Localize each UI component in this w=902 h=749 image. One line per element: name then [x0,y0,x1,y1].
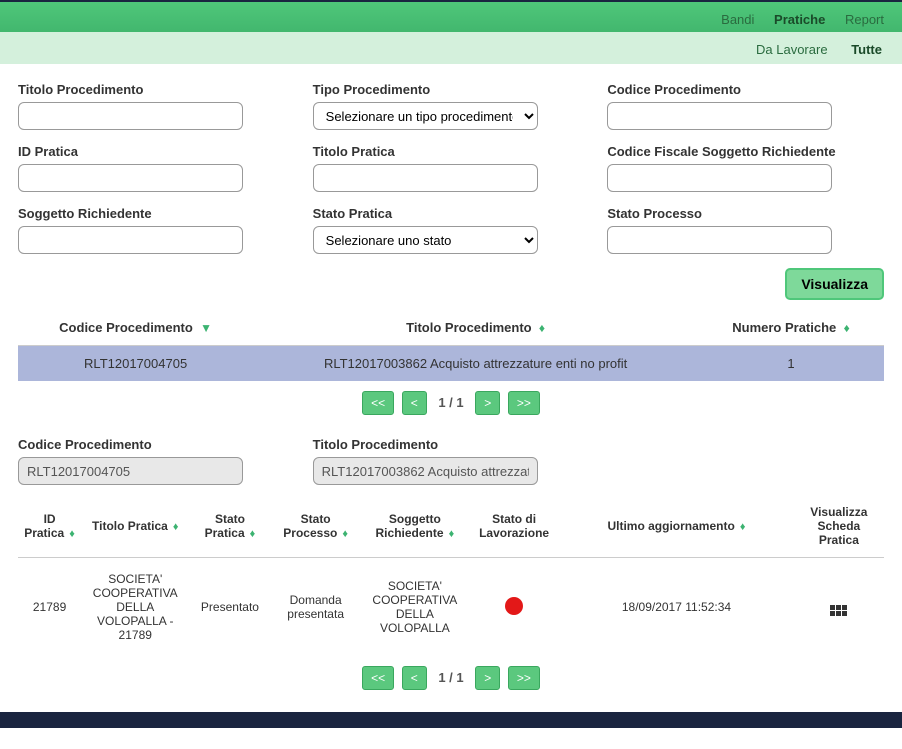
ro-titolo-procedimento-input [313,457,538,485]
table-row[interactable]: RLT12017004705 RLT12017003862 Acquisto a… [18,346,884,382]
subnav-tutte[interactable]: Tutte [841,40,892,59]
stato-processo-input[interactable] [607,226,832,254]
titolo-procedimento-label: Titolo Procedimento [18,82,295,97]
pager-last-button[interactable]: >> [508,391,540,415]
cell-stato-lavorazione [469,558,559,657]
pager-2: << < 1 / 1 > >> [18,656,884,700]
th-stato-pratica[interactable]: Stato Pratica ♦ [189,495,270,558]
view-grid-icon[interactable] [830,605,847,616]
sort-icon: ♦ [66,528,75,540]
codice-procedimento-input[interactable] [607,102,832,130]
th-id-pratica[interactable]: ID Pratica ♦ [18,495,81,558]
pager-prev-button[interactable]: < [402,391,427,415]
table-row: 21789 SOCIETA' COOPERATIVA DELLA VOLOPAL… [18,558,884,657]
cell-stato-pratica: Presentato [189,558,270,657]
pager-info: 1 / 1 [438,670,463,685]
soggetto-richiedente-input[interactable] [18,226,243,254]
pager-next-button[interactable]: > [475,391,500,415]
sort-icon: ♦ [536,321,545,335]
sub-nav: Da Lavorare Tutte [0,32,902,64]
th-ultimo-aggiornamento[interactable]: Ultimo aggiornamento ♦ [559,495,794,558]
filters-area: Titolo Procedimento Tipo Procedimento Se… [0,82,902,268]
codice-procedimento-label: Codice Procedimento [607,82,884,97]
stato-processo-label: Stato Processo [607,206,884,221]
procedimenti-table: Codice Procedimento ▼ Titolo Procediment… [18,310,884,381]
footer-bar [0,712,902,728]
th-stato-processo[interactable]: Stato Processo ♦ [271,495,361,558]
top-nav: Bandi Pratiche Report [0,0,902,32]
readonly-filters: Codice Procedimento Titolo Procedimento [0,431,902,495]
cell-titolo: RLT12017003862 Acquisto attrezzature ent… [253,346,698,382]
titolo-procedimento-input[interactable] [18,102,243,130]
id-pratica-label: ID Pratica [18,144,295,159]
sort-icon: ♦ [737,521,746,533]
cell-id-pratica: 21789 [18,558,81,657]
sort-icon: ▼ [197,321,212,335]
th-titolo-procedimento[interactable]: Titolo Procedimento ♦ [253,310,698,346]
th-stato-lavorazione[interactable]: Stato di Lavorazione [469,495,559,558]
subnav-da-lavorare[interactable]: Da Lavorare [746,40,838,59]
titolo-pratica-input[interactable] [313,164,538,192]
cell-ultimo-aggiornamento: 18/09/2017 11:52:34 [559,558,794,657]
tipo-procedimento-label: Tipo Procedimento [313,82,590,97]
cell-stato-processo: Domanda presentata [271,558,361,657]
visualizza-button[interactable]: Visualizza [785,268,884,300]
pager-1: << < 1 / 1 > >> [18,381,884,425]
th-codice-procedimento[interactable]: Codice Procedimento ▼ [18,310,253,346]
ro-titolo-procedimento-label: Titolo Procedimento [313,437,590,452]
cell-titolo-pratica: SOCIETA' COOPERATIVA DELLA VOLOPALLA - 2… [81,558,189,657]
sort-icon: ♦ [840,321,849,335]
stato-pratica-select[interactable]: Selezionare uno stato [313,226,538,254]
pager-last-button[interactable]: >> [508,666,540,690]
ro-codice-procedimento-label: Codice Procedimento [18,437,295,452]
stato-pratica-label: Stato Pratica [313,206,590,221]
titolo-pratica-label: Titolo Pratica [313,144,590,159]
cell-soggetto-richiedente: SOCIETA' COOPERATIVA DELLA VOLOPALLA [361,558,469,657]
cell-numero: 1 [698,346,884,382]
tipo-procedimento-select[interactable]: Selezionare un tipo procedimento [313,102,538,130]
soggetto-richiedente-label: Soggetto Richiedente [18,206,295,221]
pager-first-button[interactable]: << [362,666,394,690]
sort-icon: ♦ [170,521,179,533]
th-visualizza-scheda[interactable]: Visualizza Scheda Pratica [794,495,884,558]
sort-icon: ♦ [247,528,256,540]
pager-info: 1 / 1 [438,395,463,410]
codice-fiscale-input[interactable] [607,164,832,192]
th-numero-pratiche[interactable]: Numero Pratiche ♦ [698,310,884,346]
cell-visualizza-scheda[interactable] [794,558,884,657]
th-titolo-pratica[interactable]: Titolo Pratica ♦ [81,495,189,558]
pager-next-button[interactable]: > [475,666,500,690]
status-red-icon [505,597,523,615]
cell-codice: RLT12017004705 [18,346,253,382]
nav-pratiche[interactable]: Pratiche [766,8,833,31]
codice-fiscale-label: Codice Fiscale Soggetto Richiedente [607,144,884,159]
th-soggetto-richiedente[interactable]: Soggetto Richiedente ♦ [361,495,469,558]
sort-icon: ♦ [446,528,455,540]
sort-icon: ♦ [339,528,348,540]
pager-prev-button[interactable]: < [402,666,427,690]
nav-report[interactable]: Report [837,8,892,31]
ro-codice-procedimento-input [18,457,243,485]
pratiche-table: ID Pratica ♦ Titolo Pratica ♦ Stato Prat… [18,495,884,656]
nav-bandi[interactable]: Bandi [713,8,762,31]
pager-first-button[interactable]: << [362,391,394,415]
id-pratica-input[interactable] [18,164,243,192]
